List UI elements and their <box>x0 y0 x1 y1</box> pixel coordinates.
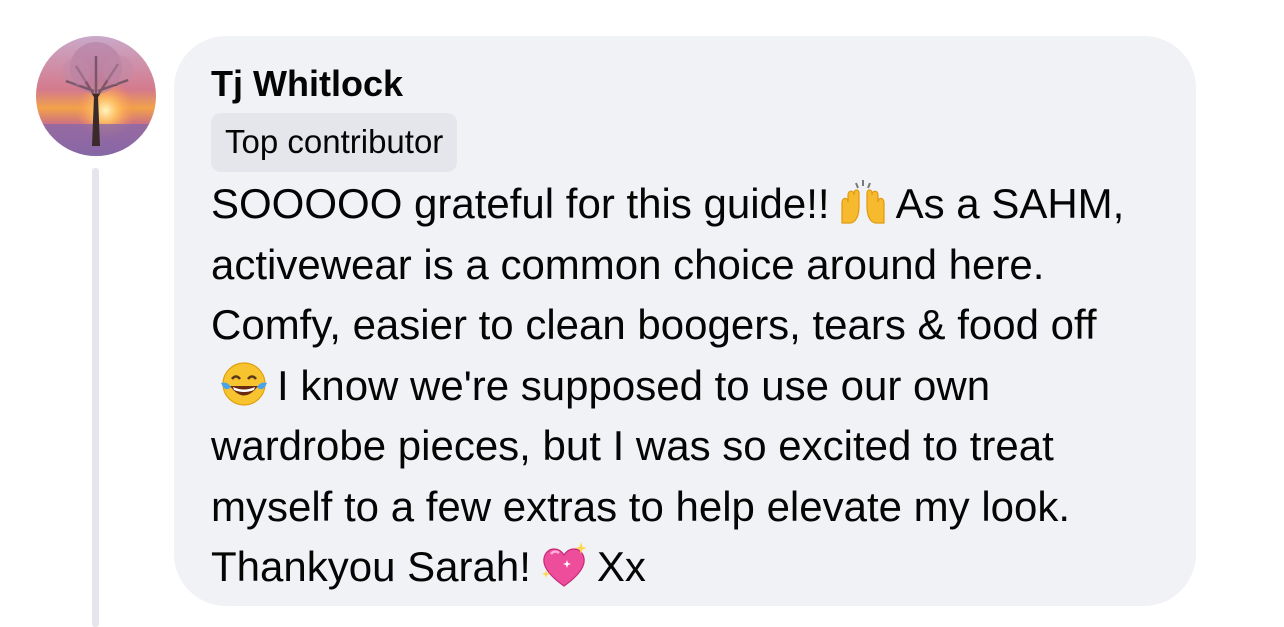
comment-bubble: Tj Whitlock Top contributor SOOOOO grate… <box>174 36 1196 606</box>
thread-line <box>92 168 99 627</box>
comment-text: SOOOOO grateful for this guide!! As a SA… <box>211 174 1160 598</box>
comment-author[interactable]: Tj Whitlock <box>211 62 1160 106</box>
comment-text-part-4: Xx <box>596 543 646 590</box>
avatar[interactable] <box>36 36 156 156</box>
comment-text-part-1: SOOOOO grateful for this guide!! <box>211 180 830 227</box>
raising-hands-icon <box>836 177 890 227</box>
top-contributor-badge: Top contributor <box>211 113 458 172</box>
tears-of-joy-icon <box>217 359 271 409</box>
avatar-sunset-tree-image <box>36 36 156 156</box>
sparkling-heart-icon <box>537 540 591 590</box>
